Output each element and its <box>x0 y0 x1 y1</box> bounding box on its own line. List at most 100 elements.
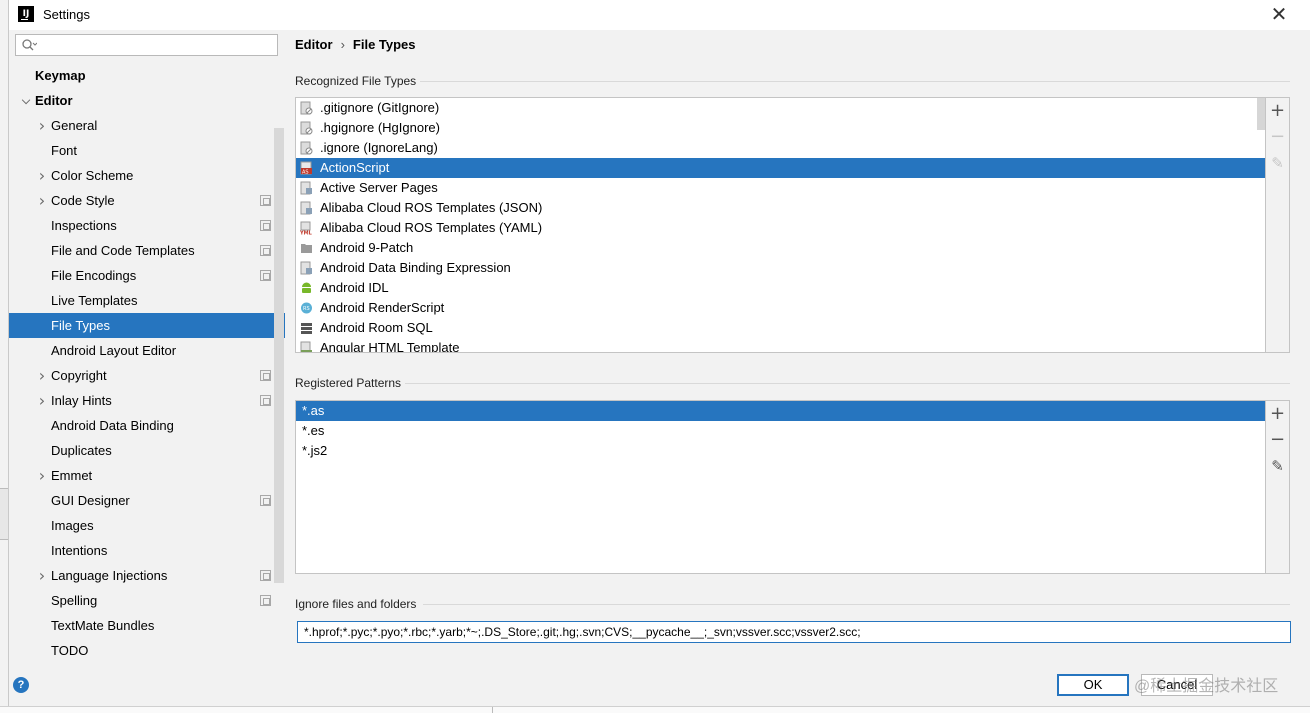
chevron-down-icon[interactable]: ⌵ <box>20 88 32 113</box>
file-type-row[interactable]: Android IDL <box>296 278 1265 298</box>
file-type-row[interactable]: Alibaba Cloud ROS Templates (JSON) <box>296 198 1265 218</box>
sidebar-item-duplicates[interactable]: Duplicates <box>9 438 285 463</box>
ok-button[interactable]: OK <box>1057 674 1129 696</box>
project-scope-icon <box>260 270 271 281</box>
chevron-right-icon[interactable]: › <box>36 113 48 138</box>
sidebar-item-general[interactable]: › General <box>9 113 285 138</box>
sidebar-item-gui-designer[interactable]: GUI Designer <box>9 488 285 513</box>
file-type-label: .gitignore (GitIgnore) <box>320 100 440 115</box>
recognized-file-types-title: Recognized File Types <box>295 74 417 88</box>
search-icon <box>22 39 37 51</box>
remove-pattern-button[interactable]: − <box>1266 427 1289 453</box>
sidebar-item-color-scheme[interactable]: › Color Scheme <box>9 163 285 188</box>
sidebar-item-keymap[interactable]: Keymap <box>9 63 285 88</box>
background-window-strip <box>0 706 1310 713</box>
add-pattern-button[interactable]: + <box>1266 401 1289 427</box>
svg-text:YML: YML <box>300 231 313 236</box>
sidebar-item-intentions[interactable]: Intentions <box>9 538 285 563</box>
sidebar-item-font[interactable]: Font <box>9 138 285 163</box>
sidebar-item-textmate-bundles[interactable]: TextMate Bundles <box>9 613 285 638</box>
remove-file-type-button[interactable]: − <box>1266 124 1289 150</box>
sidebar-item-file-and-code-templates[interactable]: File and Code Templates <box>9 238 285 263</box>
sidebar-item-android-layout-editor[interactable]: Android Layout Editor <box>9 338 285 363</box>
sidebar-item-spelling[interactable]: Spelling <box>9 588 285 613</box>
section-divider <box>405 383 1290 384</box>
project-scope-icon <box>260 220 271 231</box>
ignore-file-icon <box>300 141 313 155</box>
file-type-label: Android Data Binding Expression <box>320 260 511 275</box>
sidebar-item-language-injections[interactable]: › Language Injections <box>9 563 285 588</box>
svg-text:AS: AS <box>302 170 309 176</box>
folder-icon <box>300 241 313 255</box>
background-window-edge <box>0 488 8 540</box>
sidebar-item-code-style[interactable]: › Code Style <box>9 188 285 213</box>
pattern-row[interactable]: *.es <box>296 421 1265 441</box>
sidebar-item-images[interactable]: Images <box>9 513 285 538</box>
ignore-file-icon <box>300 101 313 115</box>
sidebar-item-emmet[interactable]: › Emmet <box>9 463 285 488</box>
file-type-row[interactable]: YML Alibaba Cloud ROS Templates (YAML) <box>296 218 1265 238</box>
sidebar-item-label: TODO <box>51 643 89 658</box>
file-type-row[interactable]: Angular HTML Template <box>296 338 1265 352</box>
sidebar-item-todo[interactable]: TODO <box>9 638 285 663</box>
sidebar-item-label: Emmet <box>51 468 93 483</box>
file-type-row[interactable]: Android Data Binding Expression <box>296 258 1265 278</box>
sidebar-item-file-types[interactable]: File Types <box>9 313 285 338</box>
breadcrumb-parent[interactable]: Editor <box>295 37 333 52</box>
file-type-row[interactable]: AS ActionScript <box>296 158 1265 178</box>
file-type-label: .ignore (IgnoreLang) <box>320 140 438 155</box>
file-type-row[interactable]: .gitignore (GitIgnore) <box>296 98 1265 118</box>
sidebar-scrollbar[interactable] <box>274 128 284 583</box>
file-type-row[interactable]: Android 9-Patch <box>296 238 1265 258</box>
registered-patterns-title: Registered Patterns <box>295 376 402 390</box>
registered-patterns-list[interactable]: *.as *.es *.js2 <box>295 400 1266 574</box>
sidebar-item-inspections[interactable]: Inspections <box>9 213 285 238</box>
sidebar-item-editor[interactable]: ⌵ Editor <box>9 88 285 113</box>
sidebar-item-label: File Types <box>51 318 111 333</box>
chevron-right-icon[interactable]: › <box>36 563 48 588</box>
sidebar-item-label: Images <box>51 518 94 533</box>
settings-tree: Keymap ⌵ Editor › General Font › Color Scheme › C… <box>9 63 285 663</box>
chevron-right-icon[interactable]: › <box>36 188 48 213</box>
sidebar-item-label: Intentions <box>51 543 108 558</box>
sidebar-item-android-data-binding[interactable]: Android Data Binding <box>9 413 285 438</box>
yaml-file-icon: YML <box>299 221 313 237</box>
edit-file-type-button[interactable]: ✎ <box>1266 150 1289 176</box>
cancel-button[interactable]: Cancel <box>1141 674 1213 696</box>
sidebar-item-label: General <box>51 118 98 133</box>
file-type-row[interactable]: Android Room SQL <box>296 318 1265 338</box>
sidebar-item-copyright[interactable]: › Copyright <box>9 363 285 388</box>
databinding-file-icon <box>300 261 313 275</box>
pattern-row[interactable]: *.js2 <box>296 441 1265 461</box>
file-type-row[interactable]: Active Server Pages <box>296 178 1265 198</box>
help-icon[interactable]: ? <box>13 677 29 693</box>
chevron-right-icon[interactable]: › <box>36 163 48 188</box>
chevron-right-icon[interactable]: › <box>36 363 48 388</box>
sidebar-item-live-templates[interactable]: Live Templates <box>9 288 285 313</box>
breadcrumb: Editor › File Types <box>295 37 416 52</box>
add-file-type-button[interactable]: + <box>1266 98 1289 124</box>
file-types-scrollbar[interactable] <box>1257 98 1265 130</box>
sidebar-item-inlay-hints[interactable]: › Inlay Hints <box>9 388 285 413</box>
android-icon <box>300 281 313 295</box>
file-type-row[interactable]: .ignore (IgnoreLang) <box>296 138 1265 158</box>
sidebar-item-label: Font <box>51 143 78 158</box>
close-icon[interactable]: ✕ <box>1268 4 1290 26</box>
ignore-files-title: Ignore files and folders <box>295 597 417 611</box>
chevron-right-icon[interactable]: › <box>36 463 48 488</box>
edit-pattern-button[interactable]: ✎ <box>1266 453 1289 479</box>
search-input[interactable] <box>15 34 278 56</box>
file-type-row[interactable]: .hgignore (HgIgnore) <box>296 118 1265 138</box>
project-scope-icon <box>260 595 271 606</box>
sidebar-item-label: Inspections <box>51 218 117 233</box>
recognized-file-types-list[interactable]: .gitignore (GitIgnore) .hgignore (HgIgnor… <box>295 97 1266 353</box>
chevron-right-icon[interactable]: › <box>36 388 48 413</box>
ignore-files-input[interactable]: *.hprof;*.pyc;*.pyo;*.rbc;*.yarb;*~;.DS_… <box>297 621 1291 643</box>
json-file-icon <box>300 201 313 215</box>
pattern-row[interactable]: *.as <box>296 401 1265 421</box>
file-type-row[interactable]: RS Android RenderScript <box>296 298 1265 318</box>
sidebar-item-label: Duplicates <box>51 443 112 458</box>
project-scope-icon <box>260 570 271 581</box>
file-type-label: Android Room SQL <box>320 320 433 335</box>
sidebar-item-file-encodings[interactable]: File Encodings <box>9 263 285 288</box>
